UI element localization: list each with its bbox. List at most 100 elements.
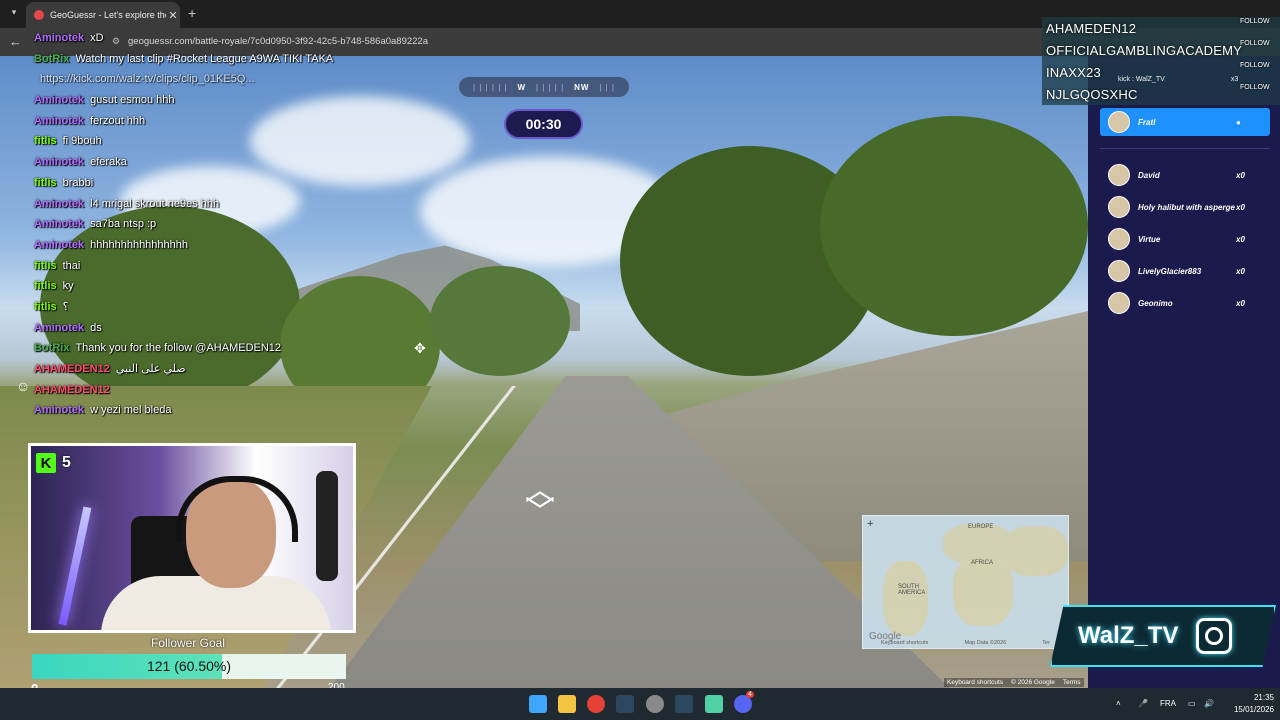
map-label-europe: EUROPE xyxy=(968,524,994,530)
keyboard-shortcuts-link[interactable]: Keyboard shortcuts xyxy=(947,679,1003,686)
chat-username: Aminotek xyxy=(34,238,85,251)
kick-channel-text: kick : WalZ_TV xyxy=(1118,76,1165,83)
volume-icon[interactable]: 🔊 xyxy=(1204,699,1214,708)
windows-start-icon[interactable] xyxy=(529,695,547,713)
player-name: Holy halibut with asperge xyxy=(1138,202,1235,212)
taskbar-clock[interactable]: 21:35 15/01/2026 xyxy=(1224,692,1274,716)
chat-username: Aminotek xyxy=(34,114,85,127)
follow-tag: FOLLOW xyxy=(1240,40,1270,47)
chat-text: thai xyxy=(62,259,81,272)
chat-text: l4 mrigal skrout ne9es hhh xyxy=(90,197,220,210)
chat-username: Aminotek xyxy=(34,94,85,107)
player-row: Geonimo x0 xyxy=(1100,289,1270,317)
chat-text: صلي على النبي xyxy=(115,363,186,375)
avatar xyxy=(1108,228,1130,250)
follower-goal-bar: 121 (60.50%) xyxy=(32,654,346,679)
chat-username: Aminotek xyxy=(34,218,85,231)
players-panel xyxy=(1088,56,1280,688)
player-score: x0 xyxy=(1236,202,1245,212)
chat-username: Aminotek xyxy=(34,404,85,417)
kick-count: 5 xyxy=(62,454,71,471)
microphone-icon[interactable]: 🎤 xyxy=(1138,699,1148,708)
chat-username: BotRix xyxy=(34,52,70,65)
minimap-keyboard-shortcuts[interactable]: Keyboard shortcuts xyxy=(881,640,928,646)
tab-title: GeoGuessr - Let's explore the w xyxy=(50,10,166,20)
new-tab-button[interactable]: + xyxy=(188,5,196,21)
terms-link[interactable]: Terms xyxy=(1063,679,1081,686)
follow-tag: FOLLOW xyxy=(1240,62,1270,69)
back-arrow-icon[interactable]: ← xyxy=(9,34,22,49)
recent-follow-name: AHAMEDEN12 xyxy=(1046,21,1137,36)
tray-chevron-icon[interactable]: ˄ xyxy=(1116,699,1121,708)
follower-goal-text: 121 (60.50%) xyxy=(146,658,232,674)
player-name: Fratl xyxy=(1138,117,1156,127)
kick-channel-line: kick : WalZ_TV x3 xyxy=(1118,76,1238,83)
chat-message: Aminotek ferzout hhh xyxy=(34,111,454,132)
chat-message: fitlis brabbi xyxy=(34,173,454,194)
chat-message: Aminotek w yezi mel bleda xyxy=(34,400,454,421)
recent-follow-name: INAXX23 xyxy=(1046,65,1101,80)
clock-date: 15/01/2026 xyxy=(1233,705,1274,714)
chat-text: gusut esmou hhh xyxy=(90,94,175,107)
minimap-terms[interactable]: Ter xyxy=(1042,640,1050,646)
chat-username: Aminotek xyxy=(34,156,85,169)
minimap-footer: Keyboard shortcuts Map Data ©2026 Ter xyxy=(863,638,1068,648)
chat-message: Aminotek l4 mrigal skrout ne9es hhh xyxy=(34,194,454,215)
chat-text: ؟ xyxy=(62,300,69,313)
avatar xyxy=(1108,292,1130,314)
player-score: x0 xyxy=(1236,266,1245,276)
emoji-icon: ☺ xyxy=(16,378,31,394)
chat-username: Aminotek xyxy=(34,197,85,210)
move-arrows-icon[interactable]: ︿ ﹀ xyxy=(510,476,570,530)
chat-username: fitlis xyxy=(34,259,57,272)
minimap-zoom-in-icon[interactable]: + xyxy=(867,518,873,530)
tab-close-icon[interactable]: ✕ xyxy=(166,9,180,22)
chat-text: Thank you for the follow @AHAMEDEN12 xyxy=(75,342,282,355)
avatar xyxy=(1108,111,1130,133)
chat-text: w yezi mel bleda xyxy=(90,404,172,417)
steam-icon-2[interactable] xyxy=(675,695,693,713)
chat-text: ferzout hhh xyxy=(90,114,146,127)
webcam-feed xyxy=(28,443,356,633)
chat-message: Aminotek xD xyxy=(34,28,454,49)
kick-channel-count: x3 xyxy=(1230,76,1239,83)
follow-tag: FOLLOW xyxy=(1240,84,1270,91)
chat-message: fitlis ؟ xyxy=(34,297,454,318)
pin-icon: ● xyxy=(1236,117,1241,127)
file-explorer-icon[interactable] xyxy=(558,695,576,713)
avatar xyxy=(1108,196,1130,218)
chat-text: https://kick.com/walz-tv/clips/clip_01KE… xyxy=(40,73,255,86)
geoguessr-favicon-icon xyxy=(34,10,44,20)
player-score: x0 xyxy=(1236,170,1245,180)
player-row: Holy halibut with asperge x0 xyxy=(1100,193,1270,221)
chat-text: Watch my last clip #Rocket League A9WA T… xyxy=(75,52,334,65)
chrome-icon[interactable] xyxy=(587,695,605,713)
instagram-icon xyxy=(1196,618,1233,654)
player-name: Virtue xyxy=(1138,234,1161,244)
chat-message: fitlis ky xyxy=(34,276,454,297)
follower-goal-title: Follower Goal xyxy=(150,636,226,650)
chat-message: BotRix Thank you for the follow @AHAMEDEN… xyxy=(34,338,454,359)
language-indicator[interactable]: FRA xyxy=(1160,699,1176,708)
display-icon[interactable]: ▭ xyxy=(1188,699,1196,708)
chat-message: BotRix Watch my last clip #Rocket League … xyxy=(34,49,454,70)
player-score: x0 xyxy=(1236,234,1245,244)
chat-message: Aminotek ds xyxy=(34,318,454,339)
browser-tab-geoguessr[interactable]: GeoGuessr - Let's explore the w ✕ xyxy=(26,2,180,28)
chat-message: Aminotek eferaka xyxy=(34,152,454,173)
panorama-footer: Keyboard shortcuts © 2026 Google Terms xyxy=(944,678,1084,687)
tab-search-icon[interactable]: ▾ xyxy=(6,7,22,21)
steam-icon[interactable] xyxy=(616,695,634,713)
round-timer: 00:30 xyxy=(504,109,583,139)
guess-minimap[interactable]: + EUROPE AFRICA SOUTH AMERICA Google Key… xyxy=(862,515,1069,649)
chat-text: hhhhhhhhhhhhhhhh xyxy=(90,238,189,251)
chat-message: Aminotek sa7ba ntsp :p xyxy=(34,214,454,235)
app-icon[interactable] xyxy=(705,695,723,713)
settings-icon[interactable] xyxy=(646,695,664,713)
chat-username: fitlis xyxy=(34,135,57,148)
player-row-me: Fratl ● xyxy=(1100,108,1270,136)
compass-bar: | | | | | | W | | | | | NW | | | xyxy=(459,77,629,97)
copyright-text: © 2026 Google xyxy=(1011,679,1055,686)
map-label-africa: AFRICA xyxy=(971,560,994,566)
windows-taskbar: 4 xyxy=(0,688,1280,720)
